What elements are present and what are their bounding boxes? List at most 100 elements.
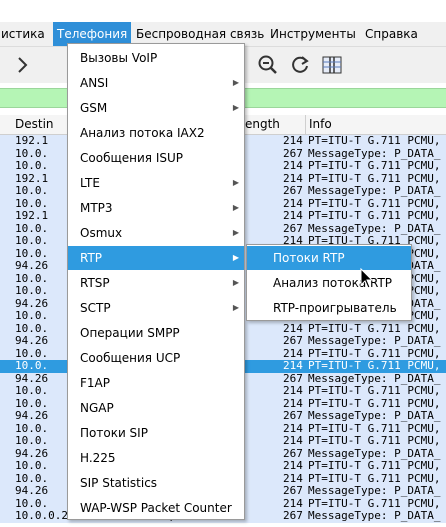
cell-destination: 10.0. — [15, 184, 49, 197]
cell-length: 214 — [283, 384, 303, 397]
cell-info: PT=ITU-T G.711 PCMU, — [308, 159, 441, 172]
menu-item-label: LTE — [80, 176, 100, 190]
menu-help[interactable]: Справка — [361, 22, 422, 46]
cell-destination: 10.0. — [15, 434, 49, 447]
cell-info: MessageType: P_DATA_ — [308, 184, 441, 197]
menu-item-label: GSM — [80, 101, 108, 115]
menu-item-label: Сообщения UCP — [80, 351, 181, 365]
menu-item-label: MTP3 — [80, 201, 113, 215]
cell-length: 214 — [283, 359, 303, 372]
menu-item[interactable]: ANSI ▶ — [68, 71, 244, 95]
menu-item-label: SIP Statistics — [80, 476, 158, 490]
cell-length: 267 — [283, 334, 303, 347]
mouse-cursor-icon — [360, 267, 374, 290]
submenu-item[interactable]: Анализ потока RTP — [247, 271, 411, 295]
reload-icon[interactable] — [288, 53, 312, 77]
menu-item-label: Osmux — [80, 226, 123, 240]
menu-item[interactable]: WAP-WSP Packet Counter — [68, 496, 244, 520]
menu-item-label: Вызовы VoIP — [80, 51, 158, 65]
telephony-menu: Вызовы VoIP ANSI ▶ GSM ▶ Анализ потока IAX2 Со… — [67, 43, 245, 520]
menu-item[interactable]: GSM ▶ — [68, 96, 244, 120]
cell-length: 267 — [283, 184, 303, 197]
submenu-item[interactable]: RTP-проигрыватель — [247, 296, 411, 320]
rtp-submenu: Потоки RTP Анализ потока RTP RTP-проигрыва… — [246, 244, 412, 321]
column-info[interactable]: Info — [306, 115, 446, 134]
cell-info: MessageType: P_DATA_ — [308, 409, 441, 422]
menu-item[interactable]: Вызовы VoIP — [68, 46, 244, 70]
cell-destination: 10.0. — [15, 234, 49, 247]
submenu-arrow-icon: ▶ — [232, 203, 239, 212]
cell-info: PT=ITU-T G.711 PCMU, — [308, 209, 441, 222]
cell-length: 214 — [283, 159, 303, 172]
cell-destination: 94.26 — [15, 334, 49, 347]
menu-item[interactable]: NGAP — [68, 396, 244, 420]
submenu-arrow-icon: ▶ — [232, 228, 239, 237]
submenu-arrow-icon: ▶ — [232, 278, 239, 287]
cell-info: MessageType: P_DATA_ — [308, 484, 441, 497]
menu-item[interactable]: SCTP ▶ — [68, 296, 244, 320]
menu-item-label: Сообщения ISUP — [80, 151, 184, 165]
submenu-arrow-icon: ▶ — [232, 303, 239, 312]
menu-item-label: Анализ потока IAX2 — [80, 126, 205, 140]
cell-destination: 10.0. — [15, 309, 49, 322]
menu-item[interactable]: SIP Statistics — [68, 471, 244, 495]
menu-item[interactable]: RTSP ▶ — [68, 271, 244, 295]
submenu-arrow-icon: ▶ — [232, 103, 239, 112]
cell-length: 267 — [283, 484, 303, 497]
cell-destination: 192.1 — [15, 209, 49, 222]
menu-item-label: RTP — [80, 251, 103, 265]
cell-info: MessageType: P_DATA_ — [308, 509, 441, 522]
menu-item-label: H.225 — [80, 451, 116, 465]
menu-item[interactable]: RTP ▶ — [68, 246, 244, 270]
submenu-arrow-icon: ▶ — [232, 78, 239, 87]
cell-length: 214 — [283, 134, 303, 147]
menu-item-label: SCTP — [80, 301, 111, 315]
menu-item-label: WAP-WSP Packet Counter — [80, 501, 232, 515]
menu-item-label: ANSI — [80, 76, 109, 90]
forward-arrow-icon[interactable] — [10, 53, 34, 77]
cell-info: MessageType: P_DATA_ — [308, 334, 441, 347]
cell-length: 267 — [283, 509, 303, 522]
menu-item-label: RTSP — [80, 276, 110, 290]
cell-destination: 10.0. — [15, 284, 49, 297]
cell-length: 214 — [283, 209, 303, 222]
resize-columns-icon[interactable] — [320, 53, 344, 77]
menu-item[interactable]: Сообщения ISUP — [68, 146, 244, 170]
cell-length: 214 — [283, 434, 303, 447]
menu-item-label: NGAP — [80, 401, 114, 415]
menu-item[interactable]: Операции SMPP — [68, 321, 244, 345]
menu-item[interactable]: MTP3 ▶ — [68, 196, 244, 220]
cell-info: PT=ITU-T G.711 PCMU, — [308, 434, 441, 447]
cell-destination: 94.26 — [15, 409, 49, 422]
menu-item[interactable]: LTE ▶ — [68, 171, 244, 195]
menu-item[interactable]: Osmux ▶ — [68, 221, 244, 245]
cell-destination: 10.0. — [15, 459, 49, 472]
cell-destination: 94.26 — [15, 484, 49, 497]
cell-destination: 10.0. — [15, 159, 49, 172]
cell-length: 214 — [283, 459, 303, 472]
cell-info: PT=ITU-T G.711 PCMU, — [308, 134, 441, 147]
menu-item[interactable]: Анализ потока IAX2 — [68, 121, 244, 145]
cell-destination: 10.0.0.2 — [15, 509, 68, 522]
menu-item-label: Потоки SIP — [80, 426, 148, 440]
submenu-item[interactable]: Потоки RTP — [247, 246, 411, 270]
menu-tools[interactable]: Инструменты — [266, 22, 360, 46]
submenu-arrow-icon: ▶ — [232, 178, 239, 187]
menu-statistics[interactable]: истика — [0, 22, 49, 46]
cell-destination: 10.0. — [15, 359, 49, 372]
menu-item[interactable]: H.225 — [68, 446, 244, 470]
cell-info: PT=ITU-T G.711 PCMU, — [308, 384, 441, 397]
cell-info: PT=ITU-T G.711 PCMU, — [308, 359, 441, 372]
submenu-arrow-icon: ▶ — [232, 253, 239, 262]
menu-item[interactable]: Сообщения UCP — [68, 346, 244, 370]
cell-length: 267 — [283, 409, 303, 422]
menu-item[interactable]: Потоки SIP — [68, 421, 244, 445]
cell-info: PT=ITU-T G.711 PCMU, — [308, 459, 441, 472]
zoom-out-icon[interactable] — [256, 53, 280, 77]
menu-item-label: F1AP — [80, 376, 110, 390]
menu-item[interactable]: F1AP — [68, 371, 244, 395]
cell-destination: 192.1 — [15, 134, 49, 147]
cell-destination: 94.26 — [15, 259, 49, 272]
column-length[interactable]: ength — [242, 115, 306, 134]
menu-item-label: Операции SMPP — [80, 326, 180, 340]
